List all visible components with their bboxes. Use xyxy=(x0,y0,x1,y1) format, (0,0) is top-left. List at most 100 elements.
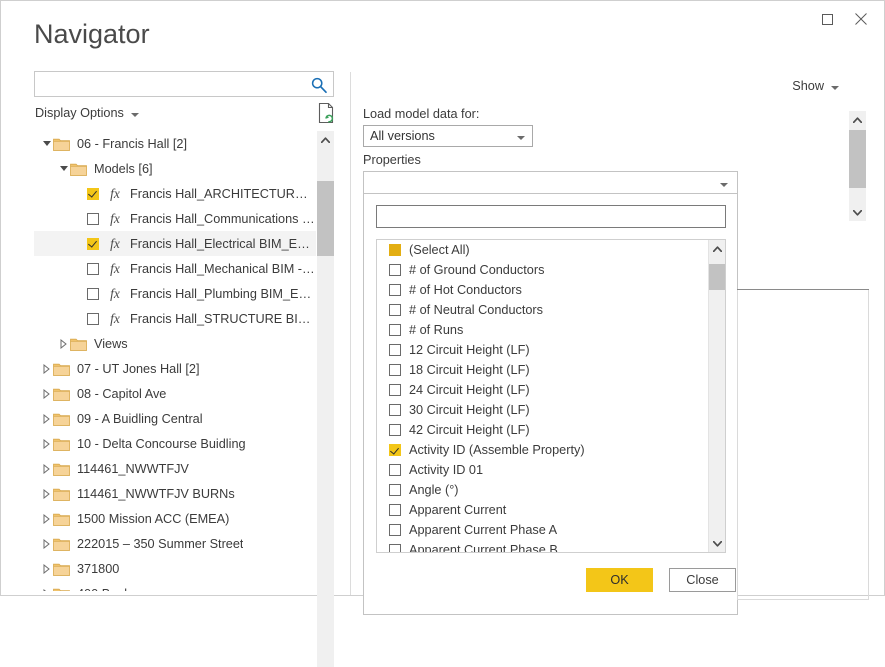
tree-row[interactable]: 114461_NWWTFJV BURNs xyxy=(34,481,316,506)
tree-row[interactable]: 400 Beale xyxy=(34,581,316,591)
property-list-item[interactable]: 12 Circuit Height (LF) xyxy=(377,340,707,360)
tree-row[interactable]: 09 - A Buidling Central xyxy=(34,406,316,431)
tree-row[interactable]: 10 - Delta Concourse Buidling xyxy=(34,431,316,456)
refresh-document-icon[interactable] xyxy=(317,102,337,124)
property-checkbox[interactable] xyxy=(389,544,401,553)
property-list-item[interactable]: 18 Circuit Height (LF) xyxy=(377,360,707,380)
scroll-thumb[interactable] xyxy=(709,264,726,290)
properties-combo[interactable] xyxy=(363,171,738,194)
tree-row[interactable]: fxFrancis Hall_Electrical BIM_EDDIE xyxy=(34,231,316,256)
property-list-item[interactable]: (Select All) xyxy=(377,240,707,260)
property-list-item[interactable]: Activity ID (Assemble Property) xyxy=(377,440,707,460)
chevron-right-icon[interactable] xyxy=(40,406,53,431)
tree-item-checkbox[interactable] xyxy=(87,263,99,275)
property-checkbox[interactable] xyxy=(389,304,401,316)
tree-item-checkbox[interactable] xyxy=(87,213,99,225)
chevron-right-icon[interactable] xyxy=(40,506,53,531)
close-button[interactable] xyxy=(844,5,878,33)
property-list-item[interactable]: Apparent Current xyxy=(377,500,707,520)
tree-row[interactable]: Views xyxy=(34,331,316,356)
tree-scrollbar[interactable] xyxy=(317,131,334,667)
scroll-thumb[interactable] xyxy=(849,130,866,188)
property-checkbox[interactable] xyxy=(389,344,401,356)
display-options-dropdown[interactable]: Display Options xyxy=(35,106,139,120)
property-list-item[interactable]: # of Hot Conductors xyxy=(377,280,707,300)
versions-select[interactable]: All versions xyxy=(363,125,533,147)
tree-item-checkbox[interactable] xyxy=(87,288,99,300)
chevron-right-icon[interactable] xyxy=(40,381,53,406)
tree-row[interactable]: fxFrancis Hall_Plumbing BIM_EDDIE xyxy=(34,281,316,306)
property-list-item[interactable]: Angle (°) xyxy=(377,480,707,500)
chevron-right-icon[interactable] xyxy=(40,531,53,556)
search-box[interactable] xyxy=(34,71,334,97)
scroll-up-icon[interactable] xyxy=(317,131,334,148)
property-list-item[interactable]: 42 Circuit Height (LF) xyxy=(377,420,707,440)
property-list-item[interactable]: # of Runs xyxy=(377,320,707,340)
tree-row[interactable]: Models [6] xyxy=(34,156,316,181)
close-button[interactable]: Close xyxy=(669,568,736,592)
property-list-item[interactable]: Apparent Current Phase A xyxy=(377,520,707,540)
scroll-thumb[interactable] xyxy=(317,181,334,256)
tree-item-checkbox[interactable] xyxy=(87,313,99,325)
tree-row[interactable]: 07 - UT Jones Hall [2] xyxy=(34,356,316,381)
property-list-item[interactable]: 24 Circuit Height (LF) xyxy=(377,380,707,400)
property-checkbox[interactable] xyxy=(389,284,401,296)
property-label: # of Hot Conductors xyxy=(409,283,522,297)
properties-listbox[interactable]: (Select All)# of Ground Conductors # of H… xyxy=(376,239,726,553)
scroll-down-icon[interactable] xyxy=(849,204,866,221)
property-checkbox[interactable] xyxy=(389,364,401,376)
property-checkbox[interactable] xyxy=(389,404,401,416)
chevron-right-icon[interactable] xyxy=(57,331,70,356)
tree-row[interactable]: 371800 xyxy=(34,556,316,581)
chevron-right-icon[interactable] xyxy=(40,356,53,381)
property-checkbox[interactable] xyxy=(389,324,401,336)
property-checkbox[interactable] xyxy=(389,444,401,456)
scroll-down-icon[interactable] xyxy=(709,535,726,552)
property-checkbox[interactable] xyxy=(389,484,401,496)
tree-row[interactable]: fxFrancis Hall_Communications BIM_E... xyxy=(34,206,316,231)
property-checkbox[interactable] xyxy=(389,264,401,276)
search-input[interactable] xyxy=(41,72,305,98)
tree-row[interactable]: fxFrancis Hall_STRUCTURE BIM_ EDDIE xyxy=(34,306,316,331)
show-dropdown[interactable]: Show xyxy=(792,79,839,93)
property-checkbox[interactable] xyxy=(389,424,401,436)
property-checkbox[interactable] xyxy=(389,464,401,476)
tree-item-checkbox[interactable] xyxy=(87,188,99,200)
chevron-right-icon[interactable] xyxy=(40,556,53,581)
property-checkbox[interactable] xyxy=(389,524,401,536)
chevron-down-icon[interactable] xyxy=(40,131,53,156)
tree-row[interactable]: 222015 – 350 Summer Street xyxy=(34,531,316,556)
chevron-right-icon[interactable] xyxy=(40,481,53,506)
right-panel-scrollbar[interactable] xyxy=(849,111,866,221)
property-checkbox[interactable] xyxy=(389,244,401,256)
property-label: 30 Circuit Height (LF) xyxy=(409,403,530,417)
property-label: 42 Circuit Height (LF) xyxy=(409,423,530,437)
maximize-button[interactable] xyxy=(810,5,844,33)
tree-item-checkbox[interactable] xyxy=(87,238,99,250)
properties-search-box[interactable] xyxy=(376,205,726,228)
chevron-right-icon[interactable] xyxy=(40,581,53,591)
tree-row[interactable]: 08 - Capitol Ave xyxy=(34,381,316,406)
tree-row[interactable]: 06 - Francis Hall [2] xyxy=(34,131,316,156)
properties-search-input[interactable] xyxy=(377,206,725,227)
property-list-item[interactable]: Apparent Current Phase B xyxy=(377,540,707,553)
property-checkbox[interactable] xyxy=(389,384,401,396)
property-list-item[interactable]: # of Ground Conductors xyxy=(377,260,707,280)
chevron-down-icon[interactable] xyxy=(57,156,70,181)
tree-row[interactable]: fxFrancis Hall_ARCHITECTURE BIM_20... xyxy=(34,181,316,206)
scroll-up-icon[interactable] xyxy=(709,240,726,257)
model-tree[interactable]: 06 - Francis Hall [2]Models [6]fxFrancis… xyxy=(34,131,334,591)
tree-indent-spacer xyxy=(74,306,87,331)
property-checkbox[interactable] xyxy=(389,504,401,516)
property-list-item[interactable]: 30 Circuit Height (LF) xyxy=(377,400,707,420)
property-list-item[interactable]: # of Neutral Conductors xyxy=(377,300,707,320)
properties-scrollbar[interactable] xyxy=(708,240,725,552)
tree-row[interactable]: fxFrancis Hall_Mechanical BIM - SCHE... xyxy=(34,256,316,281)
scroll-up-icon[interactable] xyxy=(849,111,866,128)
chevron-right-icon[interactable] xyxy=(40,456,53,481)
property-list-item[interactable]: Activity ID 01 xyxy=(377,460,707,480)
tree-row[interactable]: 114461_NWWTFJV xyxy=(34,456,316,481)
tree-row[interactable]: 1500 Mission ACC (EMEA) xyxy=(34,506,316,531)
ok-button[interactable]: OK xyxy=(586,568,653,592)
chevron-right-icon[interactable] xyxy=(40,431,53,456)
